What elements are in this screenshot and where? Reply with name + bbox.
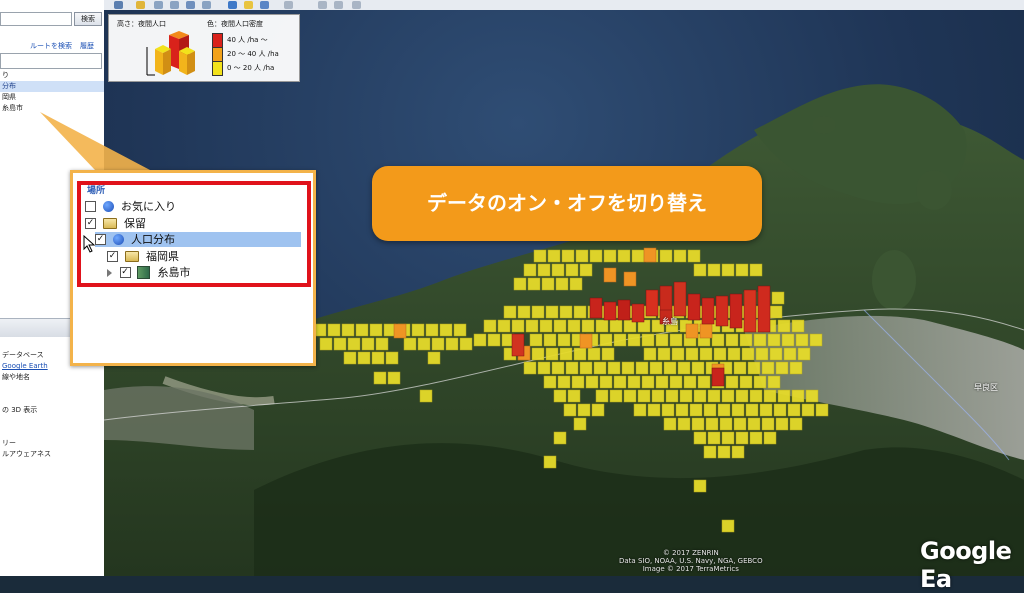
sidebar-toggle-icon[interactable] [114, 1, 123, 9]
city-label: 糸島 [662, 317, 678, 326]
search-row: 検索 [0, 12, 104, 28]
folder-icon [102, 217, 117, 229]
tree-row-population[interactable]: ✓ 人口分布 [95, 232, 301, 247]
mouse-cursor-icon [83, 235, 96, 253]
layer-line[interactable] [0, 460, 104, 471]
map-legend: 高さ：夜間人口 色：夜間人口密度 40 人 /ha ～ 20 ～ 40 人 /h… [108, 14, 300, 82]
polygon-icon[interactable] [154, 1, 163, 9]
swirl-icon [102, 200, 114, 212]
tree-label: お気に入り [121, 200, 176, 213]
attribution-line: Image © 2017 TerraMetrics [642, 565, 739, 573]
swirl-icon [112, 233, 124, 245]
history-link[interactable]: 履歴 [80, 41, 94, 51]
google-earth-logo: Google Ea [920, 537, 1012, 593]
checkbox-checked[interactable]: ✓ [85, 217, 96, 229]
tree-row-fukuoka[interactable]: ✓ 福岡県 [107, 249, 179, 264]
layer-line[interactable]: リー [0, 438, 104, 449]
checkbox-checked[interactable]: ✓ [107, 250, 118, 262]
legend-swatch-low [212, 61, 223, 76]
places-line-selected[interactable]: 分布 [0, 81, 104, 92]
print-icon[interactable] [334, 1, 343, 9]
placemark-icon[interactable] [136, 1, 145, 9]
ruler-icon[interactable] [284, 1, 293, 9]
tour-icon[interactable] [202, 1, 211, 9]
legend-row: 0 ～ 20 人 /ha [227, 64, 275, 72]
layer-line[interactable] [0, 427, 104, 438]
layer-line[interactable] [0, 383, 104, 394]
checkbox[interactable] [85, 200, 96, 212]
places-line[interactable]: 糸島市 [0, 103, 104, 114]
route-search-link[interactable]: ルートを検索 [30, 41, 72, 51]
tree-row-itoshima[interactable]: ✓ 糸島市 [107, 265, 191, 280]
globe-icon[interactable] [228, 1, 237, 9]
tree-label: 人口分布 [131, 233, 175, 246]
email-icon[interactable] [318, 1, 327, 9]
search-input[interactable] [0, 12, 72, 26]
overlay-icon[interactable] [186, 1, 195, 9]
instruction-callout: データのオン・オフを切り替え [372, 166, 762, 241]
tree-row-favorites[interactable]: お気に入り [85, 199, 176, 214]
places-line[interactable]: り [0, 70, 104, 81]
tree-label: 糸島市 [157, 266, 191, 279]
expand-arrow-icon[interactable] [107, 269, 112, 277]
tree-row-pending[interactable]: ✓ 保留 [85, 216, 146, 231]
attribution-line: © 2017 ZENRIN [662, 549, 719, 557]
building-icon [137, 265, 150, 279]
layer-line[interactable]: 線や地名 [0, 372, 104, 383]
folder-icon [124, 250, 139, 262]
route-input[interactable] [0, 53, 102, 69]
sun-icon[interactable] [244, 1, 253, 9]
map-attribution: © 2017 ZENRIN Data SIO, NOAA, U.S. Navy,… [619, 549, 763, 573]
tree-label: 福岡県 [146, 250, 179, 263]
legend-height-label: 高さ：夜間人口 [117, 20, 166, 28]
layer-line[interactable] [0, 394, 104, 405]
attribution-line: Data SIO, NOAA, U.S. Navy, NGA, GEBCO [619, 557, 763, 565]
checkbox-checked[interactable]: ✓ [119, 266, 131, 278]
legend-row: 20 ～ 40 人 /ha [227, 50, 279, 58]
layer-line[interactable] [0, 416, 104, 427]
places-list: り 分布 岡県 糸島市 [0, 70, 104, 114]
route-row: ルートを検索 履歴 [0, 41, 104, 51]
save-image-icon[interactable] [352, 1, 361, 9]
legend-bar-illustration [146, 31, 195, 76]
layer-line[interactable]: ルアウェアネス [0, 449, 104, 460]
search-button[interactable]: 検索 [74, 12, 102, 26]
legend-swatch-mid [212, 47, 223, 62]
planet-icon[interactable] [260, 1, 269, 9]
district-label: 早良区 [974, 383, 998, 392]
tree-label: 保留 [124, 217, 146, 230]
legend-row: 40 人 /ha ～ [227, 36, 268, 44]
places-line[interactable]: 岡県 [0, 92, 104, 103]
path-icon[interactable] [170, 1, 179, 9]
places-zoom-panel: 場所 お気に入り ✓ 保留 ✓ 人口分布 ✓ 福岡県 ✓ 糸島市 [70, 170, 316, 366]
legend-color-label: 色：夜間人口密度 [207, 20, 263, 28]
legend-swatch-high [212, 33, 223, 48]
layers-list: データベース Google Earth 線や地名 の 3D 表示 リー ルアウェ… [0, 350, 104, 471]
layer-line[interactable]: の 3D 表示 [0, 405, 104, 416]
